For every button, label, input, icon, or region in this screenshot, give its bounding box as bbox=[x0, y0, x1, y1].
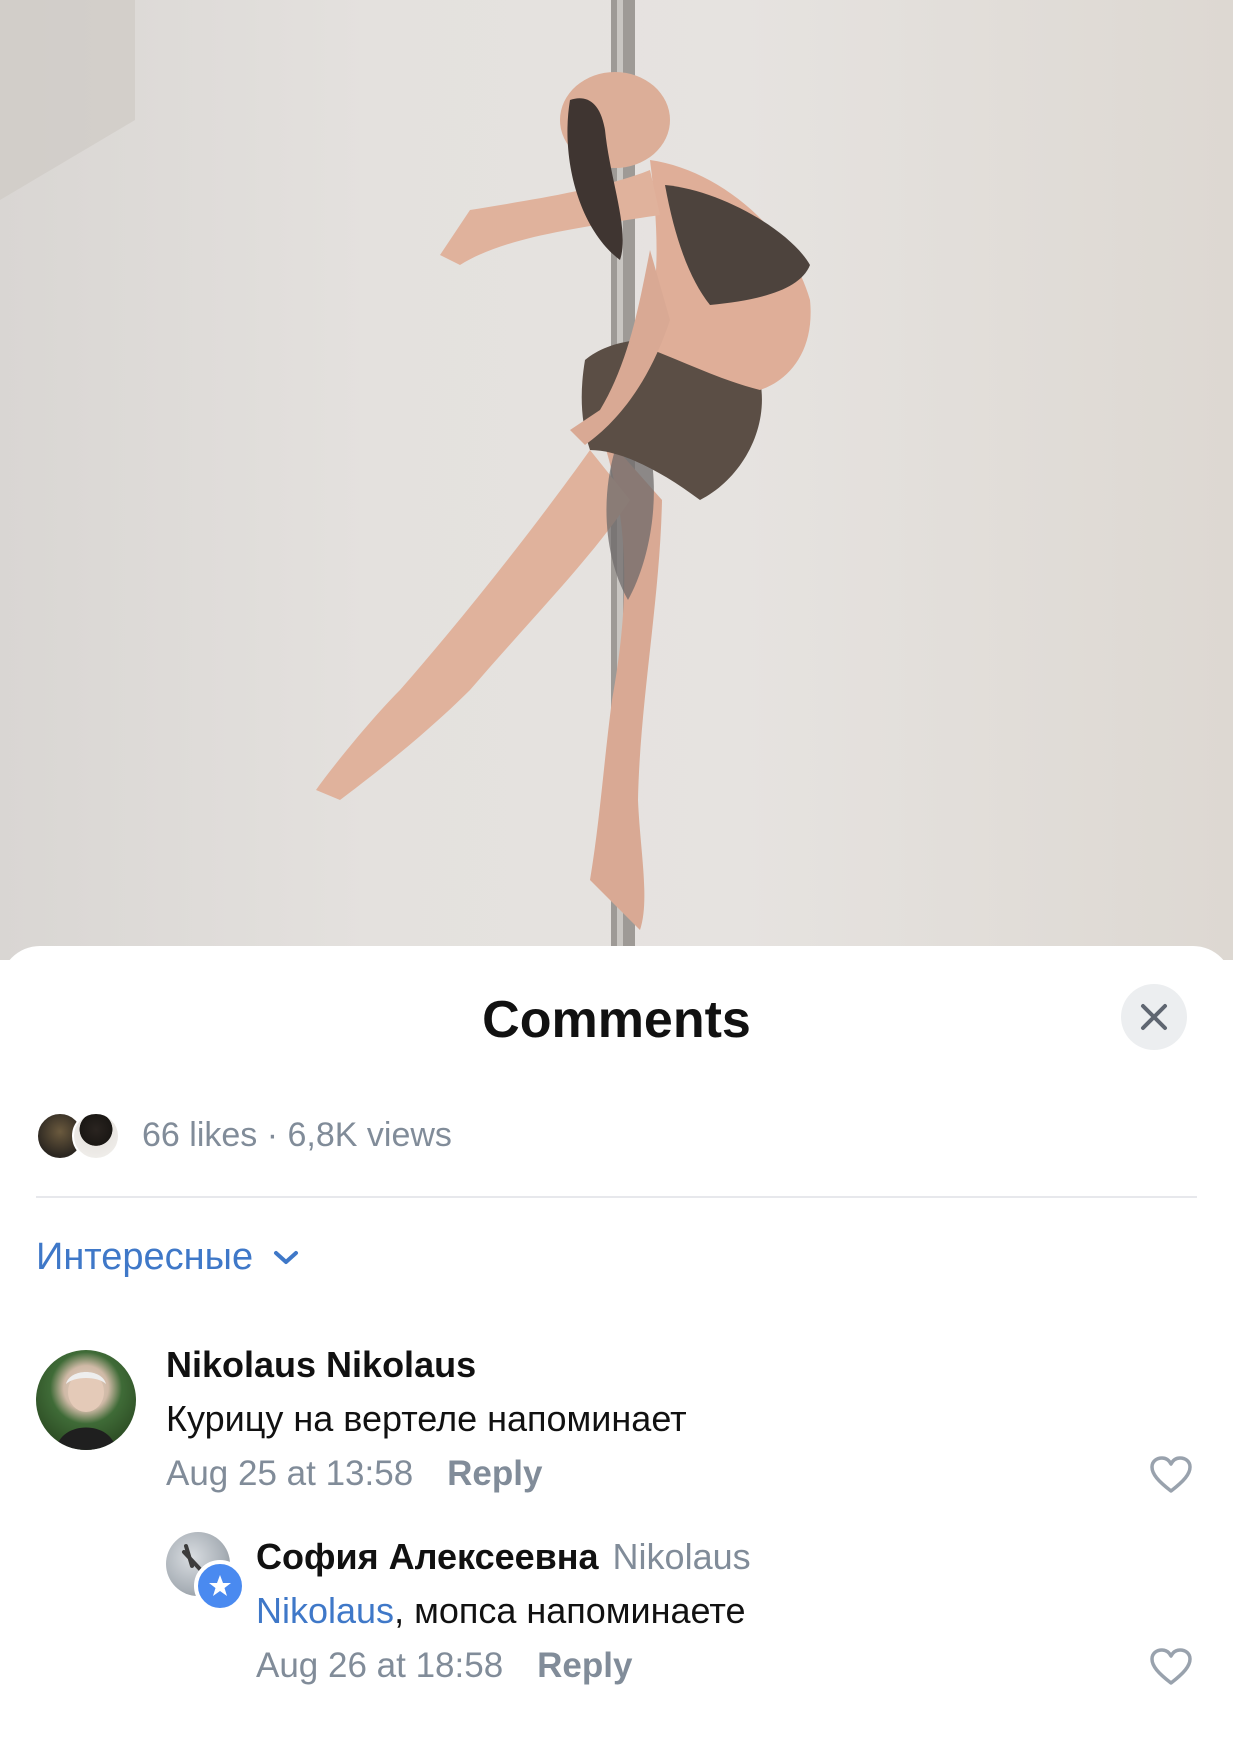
sort-label: Интересные bbox=[36, 1236, 254, 1278]
close-button[interactable] bbox=[1121, 984, 1187, 1050]
post-stats: 66 likes · 6,8K views bbox=[36, 1110, 452, 1160]
comment-time: Aug 25 at 13:58 bbox=[166, 1454, 414, 1493]
comment-text: , мопса напоминаете bbox=[394, 1590, 746, 1631]
liker-avatar bbox=[72, 1112, 120, 1160]
sort-dropdown[interactable]: Интересные bbox=[36, 1236, 299, 1279]
comment-reply-item: София Алексеевна Nikolaus Nikolaus, мопса… bbox=[256, 1536, 751, 1686]
comment-meta: Aug 25 at 13:58 Reply bbox=[166, 1454, 687, 1494]
comment-item: Nikolaus Nikolaus Курицу на вертеле напо… bbox=[166, 1344, 687, 1494]
divider bbox=[36, 1196, 1197, 1198]
comment-author[interactable]: Nikolaus Nikolaus bbox=[166, 1344, 687, 1386]
comment-author-line: София Алексеевна Nikolaus bbox=[256, 1536, 751, 1578]
pole-dancer-illustration bbox=[0, 0, 811, 960]
heart-icon[interactable] bbox=[1150, 1456, 1192, 1499]
comments-sheet: Comments 66 likes · 6,8K views Интересны… bbox=[0, 946, 1233, 1764]
reply-button[interactable]: Reply bbox=[447, 1454, 542, 1493]
comment-author[interactable]: София Алексеевна bbox=[256, 1536, 599, 1577]
chevron-down-icon bbox=[273, 1250, 299, 1266]
avatar[interactable] bbox=[36, 1350, 136, 1450]
likes-views-text[interactable]: 66 likes · 6,8K views bbox=[142, 1116, 452, 1155]
heart-icon[interactable] bbox=[1150, 1648, 1192, 1691]
star-badge-icon bbox=[194, 1560, 246, 1612]
comment-text: Курицу на вертеле напоминает bbox=[166, 1398, 687, 1439]
reply-button[interactable]: Reply bbox=[537, 1646, 632, 1685]
post-photo[interactable] bbox=[0, 0, 1233, 960]
liker-avatars[interactable] bbox=[36, 1112, 120, 1160]
sheet-title: Comments bbox=[482, 991, 751, 1049]
comment-time: Aug 26 at 18:58 bbox=[256, 1646, 504, 1685]
comment-text-line: Nikolaus, мопса напоминаете bbox=[256, 1590, 751, 1632]
reply-to-name[interactable]: Nikolaus bbox=[613, 1536, 751, 1577]
close-icon bbox=[1141, 1004, 1167, 1030]
mention-link[interactable]: Nikolaus bbox=[256, 1590, 394, 1631]
comment-meta: Aug 26 at 18:58 Reply bbox=[256, 1646, 751, 1686]
